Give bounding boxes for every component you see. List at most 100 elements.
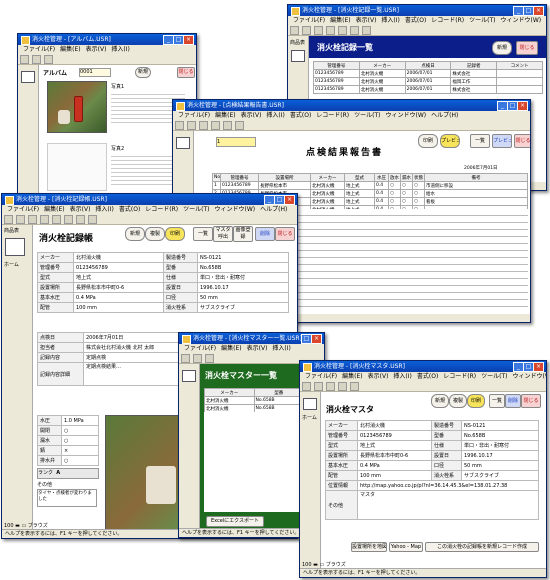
open-icon[interactable] xyxy=(302,26,311,35)
spec-field[interactable]: 単口・非出・耐寒付 xyxy=(197,272,289,283)
menu-view[interactable]: 表示(V) xyxy=(368,373,389,380)
copy-button[interactable]: 複製 xyxy=(145,227,165,241)
new-button[interactable]: 新規 xyxy=(431,394,449,408)
report-id-field[interactable]: 1 xyxy=(216,137,256,147)
other-field[interactable]: マスタ xyxy=(357,490,539,520)
table-row[interactable]: 0123456789 北村消火機 2006/07/01 福岡工作 xyxy=(313,77,543,86)
check-value[interactable]: ○ xyxy=(61,425,99,436)
new-icon[interactable] xyxy=(175,121,184,130)
map-url-field[interactable]: http://map.yahoo.co.jp/pl?nl=36.14.45.3&… xyxy=(357,480,539,491)
menu-file[interactable]: ファイル(F) xyxy=(178,112,210,119)
management-no-field[interactable]: 0123456789 xyxy=(73,262,164,273)
save-icon[interactable] xyxy=(44,55,53,64)
menu-insert[interactable]: 挿入(I) xyxy=(95,206,113,213)
menu-view[interactable]: 表示(V) xyxy=(70,206,91,213)
master-button[interactable]: マスタ呼出 xyxy=(213,226,233,242)
new-icon[interactable] xyxy=(302,382,311,391)
open-icon[interactable] xyxy=(187,121,196,130)
open-icon[interactable] xyxy=(16,215,25,224)
print-button[interactable]: 印刷 xyxy=(165,227,185,241)
install-date-field[interactable]: 1996.10.17 xyxy=(197,282,289,293)
copy-icon[interactable] xyxy=(350,26,359,35)
menu-tools[interactable]: ツール(T) xyxy=(183,206,209,213)
open-icon[interactable] xyxy=(193,354,202,363)
check-value[interactable]: 1.0 MPa xyxy=(61,415,99,426)
menu-records[interactable]: レコード(R) xyxy=(443,373,476,380)
list-button[interactable]: 一覧 xyxy=(470,134,490,148)
menu-insert[interactable]: 挿入(I) xyxy=(111,46,129,53)
menu-format[interactable]: 書式(O) xyxy=(119,206,140,213)
title-bar[interactable]: 消火栓管理 - [消火栓記録一覧.USR] _ □ × xyxy=(288,5,546,16)
menu-insert[interactable]: 挿入(I) xyxy=(381,17,399,24)
preview-button[interactable]: プレビュー xyxy=(492,134,512,148)
title-bar[interactable]: 消火栓管理 - [消火栓マスター一覧.USR] □ × xyxy=(179,333,324,344)
menu-format[interactable]: 書式(O) xyxy=(405,17,426,24)
close-icon[interactable]: × xyxy=(311,334,322,344)
menu-edit[interactable]: 編集(E) xyxy=(330,17,350,24)
print-icon[interactable] xyxy=(338,382,347,391)
maker-field[interactable]: 北村消火機 xyxy=(73,252,164,263)
menu-file[interactable]: ファイル(F) xyxy=(293,17,325,24)
menu-file[interactable]: ファイル(F) xyxy=(305,373,337,380)
create-record-button[interactable]: この消火栓の記録帳を新規レコード作成 xyxy=(425,542,539,552)
spec-field[interactable]: 単口・非出・耐寒付 xyxy=(461,440,539,451)
new-icon[interactable] xyxy=(290,26,299,35)
close-icon[interactable]: × xyxy=(284,195,295,205)
new-icon[interactable] xyxy=(4,215,13,224)
photo-1[interactable] xyxy=(47,81,107,133)
list-button[interactable]: 一覧 xyxy=(193,227,213,241)
maker-field[interactable]: 北村消火機 xyxy=(357,420,432,431)
copy-icon[interactable] xyxy=(235,121,244,130)
serial-field[interactable]: NS-0121 xyxy=(461,420,539,431)
sidebar-home[interactable]: ホーム xyxy=(4,261,19,268)
layout-icon[interactable] xyxy=(182,370,196,382)
close-button[interactable]: 閉じる xyxy=(275,227,295,241)
close-button[interactable]: 閉じる xyxy=(514,134,530,148)
serial-field[interactable]: NS-0121 xyxy=(197,252,289,263)
type-field[interactable]: 地上式 xyxy=(357,440,432,451)
save-icon[interactable] xyxy=(199,121,208,130)
map-image-button[interactable]: 設置場所を地図 xyxy=(351,542,387,552)
menu-window[interactable]: ウィンドウ(W) xyxy=(513,373,547,380)
print-button[interactable]: 印刷 xyxy=(418,134,438,148)
zoom-bar[interactable]: 100 ▬ ▭ ブラウズ xyxy=(302,561,346,568)
caliber-field[interactable]: 50 mm xyxy=(461,460,539,471)
pressure-field[interactable]: 0.4 MPa xyxy=(73,292,164,303)
menu-insert[interactable]: 挿入(I) xyxy=(266,112,284,119)
menu-view[interactable]: 表示(V) xyxy=(241,112,262,119)
delete-button[interactable]: 削除 xyxy=(505,394,521,408)
close-button[interactable]: 閉じる xyxy=(521,394,541,408)
table-row[interactable]: 0123456789 北村消火機 2006/07/01 株式会社 xyxy=(313,85,543,94)
list-button[interactable]: 一覧 xyxy=(489,394,505,408)
other-field[interactable]: タイヤ・点検者が変わりました xyxy=(37,489,97,507)
caliber-field[interactable]: 50 mm xyxy=(197,292,289,303)
system-field[interactable]: サブスクライブ xyxy=(197,302,289,313)
menu-view[interactable]: 表示(V) xyxy=(247,345,268,352)
new-icon[interactable] xyxy=(181,354,190,363)
new-button[interactable]: 新規 xyxy=(492,41,512,55)
rank-box[interactable]: ランク A xyxy=(37,468,99,479)
menu-edit[interactable]: 編集(E) xyxy=(60,46,80,53)
check-value[interactable]: ○ xyxy=(61,435,99,446)
menu-records[interactable]: レコード(R) xyxy=(431,17,464,24)
paste-icon[interactable] xyxy=(362,26,371,35)
title-bar[interactable]: 消火栓管理 - [アルバム.USR] _ □ × xyxy=(18,34,196,45)
menu-edit[interactable]: 編集(E) xyxy=(44,206,64,213)
layout-icon[interactable] xyxy=(5,238,25,256)
system-field[interactable]: サブスクライブ xyxy=(461,470,539,481)
menu-window[interactable]: ウィンドウ(W) xyxy=(501,17,542,24)
pressure-field[interactable]: 0.4 MPa xyxy=(357,460,432,471)
photo-2[interactable] xyxy=(47,143,107,191)
menu-insert[interactable]: 挿入(I) xyxy=(393,373,411,380)
table-row[interactable]: 1 0123456789 長野県松本市 北村消火機 地上式 0.4 ○ ○ ○ 市道側に移設 xyxy=(212,181,528,190)
zoom-bar[interactable]: 100 ▬ ▭ ブラウズ xyxy=(4,522,48,529)
table-row[interactable]: 0123456789 北村消火機 2006/07/01 株式会社 xyxy=(313,69,543,78)
menu-tools[interactable]: ツール(T) xyxy=(354,112,380,119)
menu-format[interactable]: 書式(O) xyxy=(417,373,438,380)
menu-insert[interactable]: 挿入(I) xyxy=(272,345,290,352)
cut-icon[interactable] xyxy=(338,26,347,35)
new-button[interactable]: 新規 xyxy=(125,227,145,241)
copy-icon[interactable] xyxy=(64,215,73,224)
undo-icon[interactable] xyxy=(88,215,97,224)
menu-records[interactable]: レコード(R) xyxy=(145,206,178,213)
